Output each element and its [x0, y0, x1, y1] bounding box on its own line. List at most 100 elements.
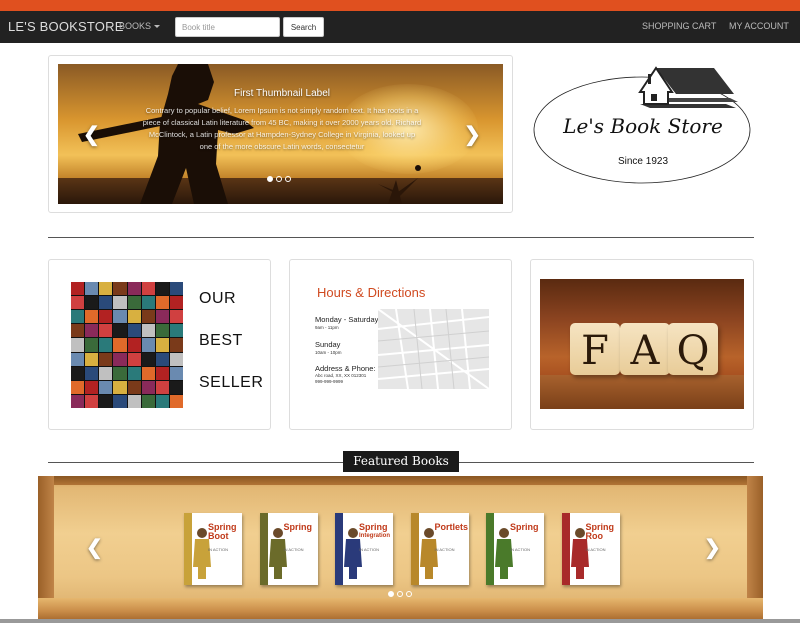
book-subtitle: IN ACTION [208, 547, 229, 552]
mosaic-book-cover [155, 282, 169, 296]
mosaic-book-cover [99, 296, 113, 310]
book-title-line1: Spring [283, 522, 313, 532]
mosaic-book-cover [113, 352, 127, 366]
mosaic-book-cover [155, 394, 169, 408]
mosaic-book-cover [71, 282, 85, 296]
mosaic-book-cover [169, 338, 183, 352]
featured-book-cover[interactable]: Spring Roo IN ACTION [561, 513, 620, 585]
book-spine-stripe [335, 513, 343, 585]
mosaic-book-cover [113, 380, 127, 394]
weekday-label: Monday - Saturday [315, 315, 379, 324]
chevron-left-icon[interactable]: ❮ [83, 122, 100, 147]
books-dropdown[interactable]: BOOKS [119, 21, 161, 31]
book-title-line1: Portlets [434, 522, 469, 532]
my-account-link[interactable]: MY ACCOUNT [729, 21, 789, 31]
hero-indicator-2[interactable] [276, 176, 282, 182]
mosaic-book-cover [113, 338, 127, 352]
mosaic-book-cover [113, 310, 127, 324]
mosaic-book-cover [155, 296, 169, 310]
mosaic-book-cover [155, 352, 169, 366]
mosaic-book-cover [113, 296, 127, 310]
mosaic-book-cover [169, 310, 183, 324]
shelf-bottom [38, 598, 763, 620]
weekday-hours: 9am - 11pm [315, 325, 339, 330]
mosaic-book-cover [155, 366, 169, 380]
mosaic-book-cover [99, 310, 113, 324]
book-title: Spring [284, 523, 316, 532]
mosaic-book-cover [155, 310, 169, 324]
books-dropdown-label: BOOKS [119, 21, 152, 31]
sunday-label: Sunday [315, 340, 341, 349]
mosaic-book-cover [99, 380, 113, 394]
featured-book-cover[interactable]: Spring IN ACTION [486, 513, 544, 585]
featured-book-cover[interactable]: Spring Integration IN ACTION [335, 513, 393, 585]
book-title: Spring Integration [359, 523, 391, 541]
featured-book-cover[interactable]: Spring IN ACTION [259, 513, 318, 585]
hero-indicator-3[interactable] [285, 176, 291, 182]
mosaic-book-cover [85, 338, 99, 352]
featured-book-cover[interactable]: Spring Boot IN ACTION [184, 513, 242, 585]
shopping-cart-link[interactable]: SHOPPING CART [642, 21, 716, 31]
hero-indicators [267, 176, 291, 182]
mosaic-book-cover [85, 380, 99, 394]
featured-books-heading: Featured Books [343, 451, 459, 472]
mosaic-book-cover [141, 282, 155, 296]
mosaic-book-cover [155, 324, 169, 338]
book-spine-stripe [561, 513, 570, 585]
search-button[interactable]: Search [283, 17, 324, 37]
mosaic-book-cover [127, 366, 141, 380]
logo-name: Le's Book Store [563, 114, 723, 138]
address-label: Address & Phone: [315, 364, 376, 373]
section-divider [48, 237, 754, 238]
hero-indicator-1[interactable] [267, 176, 273, 182]
chevron-left-icon[interactable]: ❮ [86, 535, 103, 560]
featured-indicators [388, 591, 412, 597]
mosaic-book-cover [113, 324, 127, 338]
mosaic-book-cover [127, 380, 141, 394]
featured-books-carousel: Spring Boot IN ACTION Spring IN ACTION Spring… [38, 476, 763, 620]
featured-book-cover[interactable]: Portlets IN ACTION [410, 513, 469, 585]
featured-indicator-1[interactable] [388, 591, 394, 597]
book-title-line2: Integration [359, 533, 390, 539]
book-subtitle: IN ACTION [434, 547, 455, 552]
mosaic-book-cover [85, 282, 99, 296]
featured-indicator-2[interactable] [397, 591, 403, 597]
mosaic-book-cover [99, 352, 113, 366]
chevron-right-icon[interactable]: ❯ [464, 122, 481, 147]
map-thumbnail[interactable] [378, 309, 489, 389]
book-title-line1: Spring [359, 522, 388, 532]
hours-title: Hours & Directions [317, 285, 426, 300]
book-subtitle: IN ACTION [283, 547, 304, 552]
hero-caption: First Thumbnail Label Contrary to popula… [142, 88, 422, 153]
mosaic-book-cover [155, 338, 169, 352]
mosaic-book-cover [99, 282, 113, 296]
mosaic-book-cover [141, 338, 155, 352]
mosaic-book-cover [169, 282, 183, 296]
book-cover-figure [419, 527, 439, 579]
brand-link[interactable]: LE'S BOOKSTORE [8, 19, 124, 34]
caret-down-icon [154, 25, 161, 29]
mosaic-book-cover [85, 394, 99, 408]
mosaic-book-cover [71, 366, 85, 380]
logo-since: Since 1923 [617, 156, 669, 167]
mosaic-book-cover [85, 310, 99, 324]
featured-indicator-3[interactable] [406, 591, 412, 597]
mosaic-book-cover [71, 338, 85, 352]
book-title: Portlets [434, 522, 469, 532]
bottom-edge [0, 619, 800, 623]
mosaic-book-cover [99, 366, 113, 380]
mosaic-book-cover [127, 310, 141, 324]
book-search-input[interactable] [175, 17, 280, 37]
mosaic-book-cover [141, 394, 155, 408]
book-subtitle: IN ACTION [359, 547, 380, 552]
chevron-right-icon[interactable]: ❯ [704, 535, 721, 560]
mosaic-book-cover [127, 296, 141, 310]
mosaic-book-cover [113, 282, 127, 296]
mosaic-book-cover [127, 338, 141, 352]
mosaic-book-cover [155, 380, 169, 394]
mosaic-book-cover [141, 324, 155, 338]
mosaic-book-cover [141, 296, 155, 310]
best-seller-line2: BEST [199, 332, 243, 349]
book-spine-stripe [184, 513, 192, 585]
mosaic-book-cover [99, 324, 113, 338]
